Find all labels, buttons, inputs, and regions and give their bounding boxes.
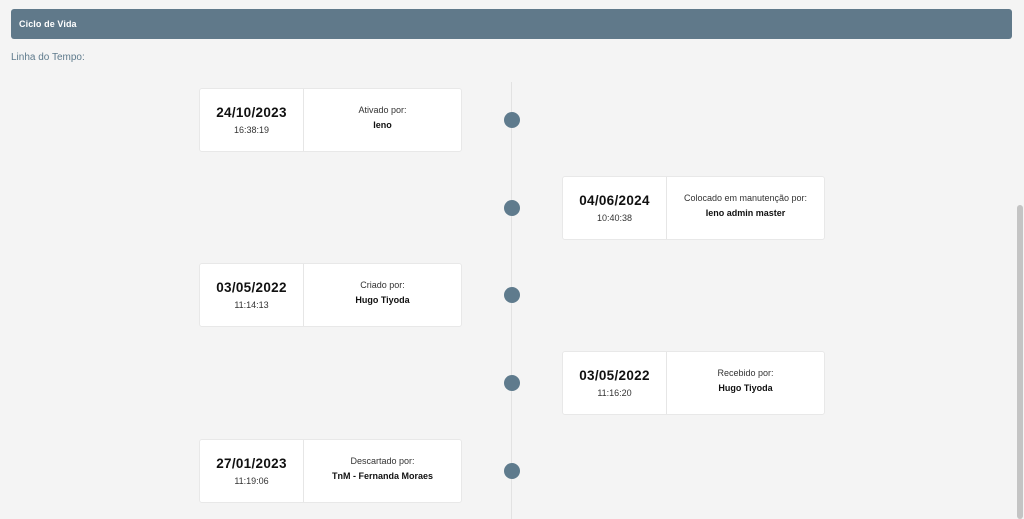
event-time: 11:19:06 [234, 476, 269, 486]
event-action: Descartado por: [350, 455, 415, 466]
timeline-event-card: 03/05/2022 11:14:13 Criado por: Hugo Tiy… [199, 263, 462, 327]
event-info-block: Colocado em manutenção por: Ieno admin m… [667, 177, 824, 239]
header-title: Ciclo de Vida [19, 19, 77, 29]
event-date-block: 24/10/2023 16:38:19 [200, 89, 304, 151]
timeline-event-card: 24/10/2023 16:38:19 Ativado por: Ieno [199, 88, 462, 152]
event-date-block: 27/01/2023 11:19:06 [200, 440, 304, 502]
lifecycle-header: Ciclo de Vida [11, 9, 1012, 39]
event-info-block: Ativado por: Ieno [304, 89, 461, 151]
event-user: Hugo Tiyoda [355, 294, 410, 305]
timeline-event-card: 04/06/2024 10:40:38 Colocado em manutenç… [562, 176, 825, 240]
event-date: 03/05/2022 [216, 280, 287, 295]
timeline-dot [504, 463, 520, 479]
event-user: Hugo Tiyoda [718, 382, 773, 393]
event-time: 16:38:19 [233, 125, 270, 135]
event-date: 27/01/2023 [216, 456, 287, 471]
timeline-event-card: 27/01/2023 11:19:06 Descartado por: TnM … [199, 439, 462, 503]
scrollbar-thumb[interactable] [1017, 205, 1023, 519]
event-time: 10:40:38 [596, 213, 633, 223]
event-date-block: 03/05/2022 11:16:20 [563, 352, 667, 414]
scrollbar-track[interactable] [1016, 0, 1024, 519]
event-date: 24/10/2023 [216, 105, 287, 120]
event-action: Recebido por: [717, 367, 774, 378]
timeline-dot [504, 375, 520, 391]
timeline-event-card: 03/05/2022 11:16:20 Recebido por: Hugo T… [562, 351, 825, 415]
event-time: 11:16:20 [597, 388, 632, 398]
event-user: TnM - Fernanda Moraes [331, 470, 433, 481]
timeline-dot [504, 112, 520, 128]
event-action: Colocado em manutenção por: [683, 192, 808, 203]
event-user: Ieno [373, 119, 392, 130]
timeline-dot [504, 200, 520, 216]
timeline-label: Linha do Tempo: [11, 52, 85, 63]
event-user: Ieno admin master [705, 207, 786, 218]
event-date-block: 03/05/2022 11:14:13 [200, 264, 304, 326]
event-action: Ativado por: [358, 104, 407, 115]
event-time: 11:14:13 [234, 300, 269, 310]
event-info-block: Descartado por: TnM - Fernanda Moraes [304, 440, 461, 502]
event-date: 04/06/2024 [579, 193, 650, 208]
event-info-block: Recebido por: Hugo Tiyoda [667, 352, 824, 414]
event-info-block: Criado por: Hugo Tiyoda [304, 264, 461, 326]
timeline-dot [504, 287, 520, 303]
page: Ciclo de Vida Linha do Tempo: 24/10/2023… [0, 0, 1024, 519]
event-date: 03/05/2022 [579, 368, 650, 383]
event-action: Criado por: [360, 279, 405, 290]
event-date-block: 04/06/2024 10:40:38 [563, 177, 667, 239]
